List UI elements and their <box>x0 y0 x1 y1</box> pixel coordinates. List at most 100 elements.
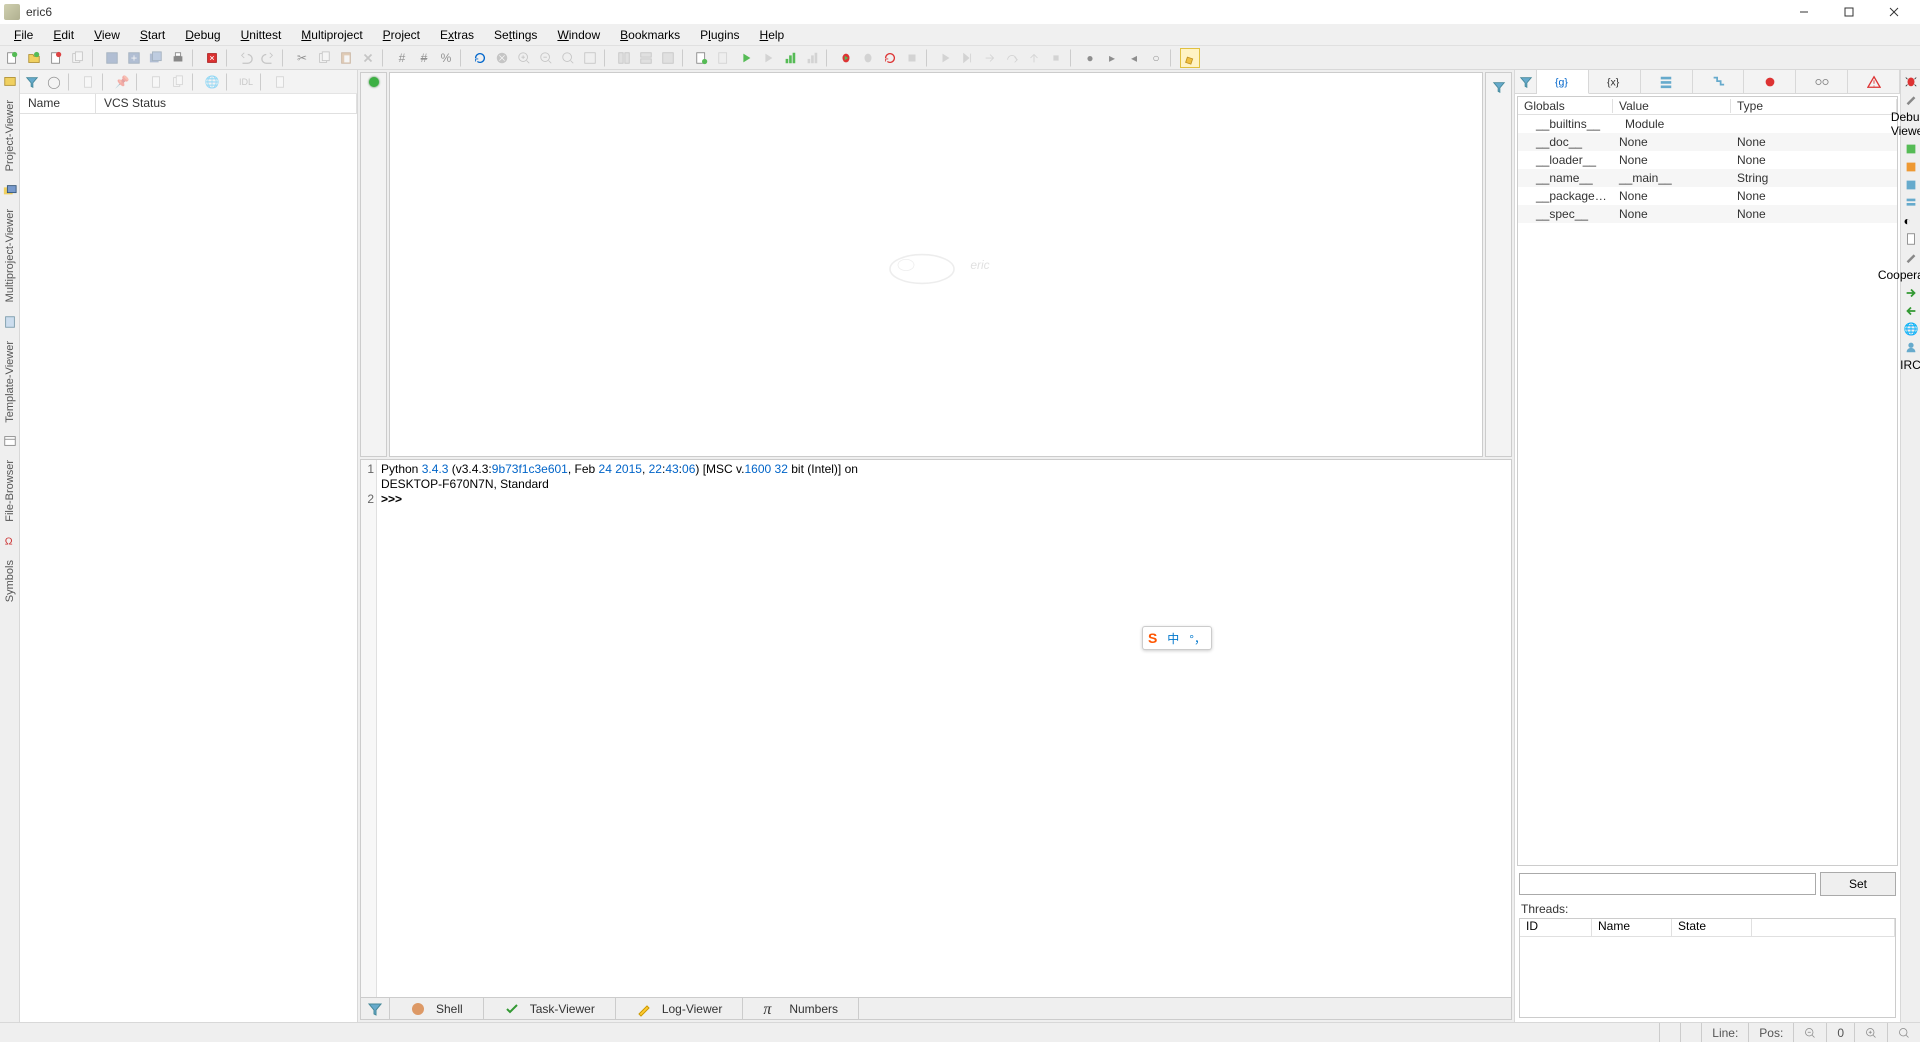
tab-symbols[interactable]: Symbols <box>2 552 18 610</box>
tab-multiproject-viewer[interactable]: Multiproject-Viewer <box>2 201 18 310</box>
globals-row[interactable]: __spec__NoneNone <box>1518 205 1897 223</box>
status-zoom-in-icon[interactable] <box>1854 1023 1887 1042</box>
zoom-in-icon[interactable] <box>514 48 534 68</box>
save-all-icon[interactable] <box>146 48 166 68</box>
ime-widget[interactable]: S 中 °， <box>1142 626 1212 650</box>
step-stop-icon[interactable] <box>1046 48 1066 68</box>
tab-globals[interactable]: {g} <box>1537 70 1589 94</box>
project-tree[interactable]: Name VCS Status <box>20 94 357 1022</box>
comment-icon[interactable]: # <box>392 48 412 68</box>
tab-exceptions[interactable] <box>1848 70 1900 93</box>
step-over-icon[interactable] <box>1002 48 1022 68</box>
tab-template-viewer[interactable]: Template-Viewer <box>2 333 18 431</box>
close-file-icon[interactable] <box>46 48 66 68</box>
shell-text[interactable]: Python 3.4.3 (v3.4.3:9b73f1c3e601, Feb 2… <box>377 460 1511 997</box>
fullscreen-icon[interactable] <box>580 48 600 68</box>
pv-doc-icon[interactable] <box>78 72 98 92</box>
continue-to-icon[interactable] <box>958 48 978 68</box>
bug-play-dim-icon[interactable] <box>858 48 878 68</box>
menu-bookmarks[interactable]: Bookmarks <box>610 26 690 44</box>
bp-next-icon[interactable]: ▸ <box>1102 48 1122 68</box>
stop-debug-icon[interactable] <box>902 48 922 68</box>
tab-log-viewer[interactable]: Log-Viewer <box>616 998 743 1019</box>
bp-clear-icon[interactable]: ○ <box>1146 48 1166 68</box>
pv-docs-icon[interactable] <box>168 72 188 92</box>
ime-mode[interactable]: 中 <box>1167 630 1179 647</box>
debug-project-icon[interactable] <box>758 48 778 68</box>
shell-body[interactable]: 12 Python 3.4.3 (v3.4.3:9b73f1c3e601, Fe… <box>360 459 1512 998</box>
col-vcs[interactable]: VCS Status <box>96 94 357 113</box>
debug-script-icon[interactable] <box>736 48 756 68</box>
select-brace-icon[interactable]: % <box>436 48 456 68</box>
debug-expression-input[interactable] <box>1519 873 1816 895</box>
tab-numbers[interactable]: πNumbers <box>743 998 859 1019</box>
run-project-icon[interactable] <box>714 48 734 68</box>
bottom-filter-icon[interactable] <box>361 998 390 1019</box>
split-h-icon[interactable] <box>614 48 634 68</box>
globals-row[interactable]: __loader__NoneNone <box>1518 151 1897 169</box>
menu-settings[interactable]: Settings <box>484 26 547 44</box>
stop-icon[interactable] <box>202 48 222 68</box>
split-v-icon[interactable] <box>636 48 656 68</box>
profile-project-icon[interactable] <box>802 48 822 68</box>
tab-callstack[interactable] <box>1641 70 1693 93</box>
unsplit-icon[interactable] <box>658 48 678 68</box>
continue-icon[interactable] <box>936 48 956 68</box>
tab-breakpoints[interactable] <box>1744 70 1796 93</box>
globals-row[interactable]: __doc__NoneNone <box>1518 133 1897 151</box>
ime-punct-icon[interactable]: °， <box>1189 630 1206 647</box>
maximize-button[interactable] <box>1826 0 1871 24</box>
bp-toggle-icon[interactable]: ● <box>1080 48 1100 68</box>
undo-icon[interactable] <box>236 48 256 68</box>
paste-icon[interactable] <box>336 48 356 68</box>
filter-right-icon[interactable] <box>1489 77 1509 97</box>
col-id[interactable]: ID <box>1520 919 1592 936</box>
save-icon[interactable] <box>102 48 122 68</box>
uncomment-icon[interactable]: # <box>414 48 434 68</box>
tab-calltrace[interactable] <box>1693 70 1745 93</box>
redo-icon[interactable] <box>258 48 278 68</box>
set-button[interactable]: Set <box>1820 872 1896 896</box>
run-script-icon[interactable] <box>692 48 712 68</box>
menu-extras[interactable]: Extras <box>430 26 484 44</box>
menu-view[interactable]: View <box>84 26 130 44</box>
cancel-icon[interactable] <box>492 48 512 68</box>
cut-icon[interactable]: ✂ <box>292 48 312 68</box>
restart-icon[interactable] <box>880 48 900 68</box>
copy-icon[interactable] <box>314 48 334 68</box>
step-icon[interactable] <box>980 48 1000 68</box>
bp-prev-icon[interactable]: ◂ <box>1124 48 1144 68</box>
menu-debug[interactable]: Debug <box>175 26 230 44</box>
status-zoom-reset-icon[interactable] <box>1887 1023 1920 1042</box>
zoom-reset-icon[interactable] <box>558 48 578 68</box>
pv-pin-icon[interactable]: 📌 <box>112 72 132 92</box>
menu-start[interactable]: Start <box>130 26 175 44</box>
tab-task-viewer[interactable]: Task-Viewer <box>484 998 616 1019</box>
col-tname[interactable]: Name <box>1592 919 1672 936</box>
pv-idl-icon[interactable]: IDL <box>236 72 256 92</box>
tab-cooperation[interactable]: Cooperation <box>1878 268 1920 282</box>
save-as-icon[interactable] <box>124 48 144 68</box>
tab-irc[interactable]: IRC <box>1900 358 1920 372</box>
tab-shell[interactable]: Shell <box>390 998 484 1019</box>
col-name[interactable]: Name <box>20 94 96 113</box>
menu-window[interactable]: Window <box>547 26 610 44</box>
menu-unittest[interactable]: Unittest <box>231 26 292 44</box>
globals-row[interactable]: __name____main__String <box>1518 169 1897 187</box>
close-all-icon[interactable] <box>68 48 88 68</box>
globals-table[interactable]: Globals Value Type __builtins__Module__d… <box>1517 96 1898 866</box>
step-out-icon[interactable] <box>1024 48 1044 68</box>
col-globals[interactable]: Globals <box>1518 99 1613 113</box>
menu-multiproject[interactable]: Multiproject <box>291 26 372 44</box>
print-icon[interactable] <box>168 48 188 68</box>
edit-mode-icon[interactable] <box>1180 48 1200 68</box>
globals-row[interactable]: __builtins__Module <box>1518 115 1897 133</box>
globals-row[interactable]: __package__NoneNone <box>1518 187 1897 205</box>
status-zoom-out-icon[interactable] <box>1793 1023 1826 1042</box>
threads-table[interactable]: ID Name State <box>1519 918 1896 1018</box>
editor-placeholder[interactable]: eric <box>389 72 1483 457</box>
open-file-icon[interactable] <box>24 48 44 68</box>
zoom-out-icon[interactable] <box>536 48 556 68</box>
pv-doc2-icon[interactable] <box>146 72 166 92</box>
col-type[interactable]: Type <box>1731 99 1897 113</box>
